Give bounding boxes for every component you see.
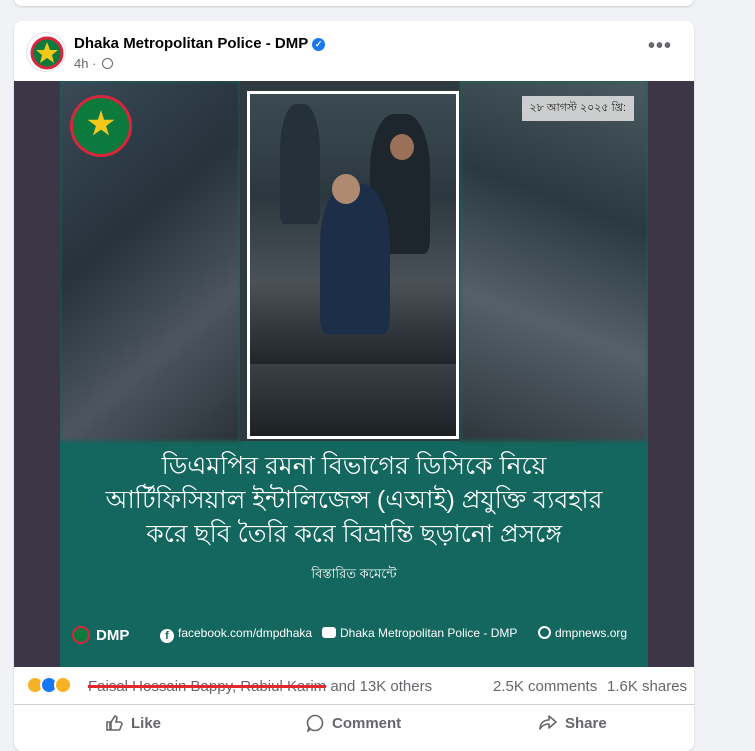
poster-footer-dmp: DMP [72,626,129,644]
poster-line-3: করে ছবি তৈরি করে বিভ্রান্তি ছড়ানো প্রসঙ… [146,520,562,548]
others-count: and 13K others [326,678,433,695]
facebook-url: facebook.com/dmpdhaka [178,626,313,640]
like-button[interactable]: Like [105,713,161,735]
poster-detail: বিস্তারিত কমেন্টে [311,566,397,581]
poster-footer-facebook: f facebook.com/dmpdhaka [160,626,312,643]
poster-line-1: ডিএমপির রমনা বিভাগের ডিসিকে নিয়ে [161,452,547,480]
sad-reaction-icon [54,676,72,694]
like-label: Like [131,715,162,732]
post-image[interactable]: ২৮ আগস্ট ২০২৫ খ্রি: ডিএমপির রমনা বিভাগের… [14,81,694,667]
photo-figure [332,174,360,204]
facebook-icon: f [160,629,174,643]
thumbs-up-icon [106,715,123,731]
post-stats: Faisal Hossain Bappy, Rabiul Karim and 1… [14,667,694,705]
post-header: Dhaka Metropolitan Police - DMP ✓ 4h · ••… [14,21,694,81]
photo-figure [280,104,320,224]
public-globe-icon [102,58,114,69]
share-button[interactable]: Share [539,713,607,735]
post-time[interactable]: 4h [74,56,88,71]
wet-road [250,364,456,436]
poster-footer: DMP f facebook.com/dmpdhaka Dhaka Metropo… [60,623,648,647]
more-options-button[interactable]: ••• [648,35,672,58]
comment-button[interactable]: Comment [306,713,401,735]
dmp-logo-icon [30,36,64,70]
post-actions: Like Comment Share [14,705,694,741]
center-photo [247,91,459,439]
verified-badge-icon: ✓ [312,38,326,51]
share-icon [539,715,557,730]
comment-label: Comment [332,715,402,732]
post-meta: 4h · [74,56,114,71]
poster-footer-website: dmpnews.org [538,626,627,640]
shares-count[interactable]: 1.6K shares [607,678,687,695]
dmp-logo-icon [72,626,90,644]
struck-names: Faisal Hossain Bappy, Rabiul Karim [88,678,327,695]
poster-date: ২৮ আগস্ট ২০২৫ খ্রি: [521,96,634,121]
poster-footer-youtube: Dhaka Metropolitan Police - DMP [322,626,517,640]
page-name[interactable]: Dhaka Metropolitan Police - DMP ✓ [74,35,326,52]
blurred-photo-right [460,81,648,441]
globe-icon [538,626,551,639]
poster-line-2: আর্টিফিসিয়াল ইন্টালিজেন্স (এআই) প্রযুক্… [105,486,603,514]
comments-count[interactable]: 2.5K comments [493,678,597,695]
share-label: Share [565,715,607,732]
photo-figure [320,184,390,334]
post-card: Dhaka Metropolitan Police - DMP ✓ 4h · ••… [14,21,694,751]
website-url: dmpnews.org [555,626,628,640]
previous-post-card [14,0,694,6]
poster-caption: ডিএমপির রমনা বিভাগের ডিসিকে নিয়ে আর্টিফ… [60,449,648,586]
youtube-icon [322,627,336,638]
reactors-summary[interactable]: Faisal Hossain Bappy, Rabiul Karim and 1… [88,678,432,695]
page-name-text[interactable]: Dhaka Metropolitan Police - DMP [74,35,308,52]
photo-figure [390,134,414,160]
page-avatar[interactable] [26,32,66,72]
dmp-logo-icon [70,95,132,157]
youtube-channel: Dhaka Metropolitan Police - DMP [340,626,518,640]
dmp-mark: DMP [96,627,130,644]
poster: ২৮ আগস্ট ২০২৫ খ্রি: ডিএমপির রমনা বিভাগের… [60,81,648,667]
comment-icon [306,714,324,732]
